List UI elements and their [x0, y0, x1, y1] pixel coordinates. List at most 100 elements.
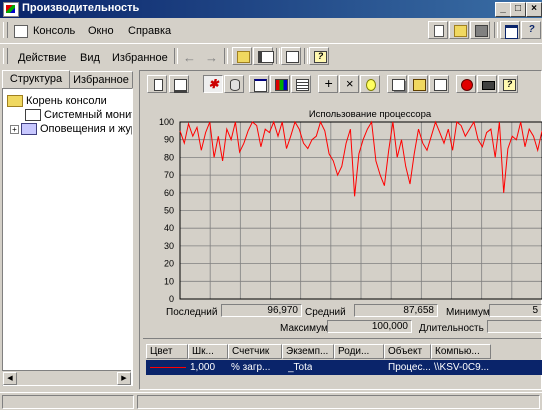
- action-grip: [3, 48, 8, 64]
- status-panel-right: [137, 395, 540, 409]
- open-button[interactable]: [449, 21, 469, 39]
- action-separator: [304, 48, 308, 64]
- delete-counter-button[interactable]: ×: [339, 75, 359, 93]
- show-tree-button[interactable]: [253, 47, 274, 65]
- perf-app-icon: [3, 2, 19, 17]
- camera-icon: [482, 81, 495, 90]
- monitor-icon: [25, 109, 41, 122]
- window-icon: [505, 25, 518, 39]
- properties-button[interactable]: [281, 47, 301, 65]
- status-bar: [0, 392, 542, 410]
- column-scale[interactable]: Шк...: [188, 344, 228, 359]
- column-object[interactable]: Объект: [384, 344, 431, 359]
- column-counter[interactable]: Счетчик: [228, 344, 282, 359]
- row-object: Процес...: [388, 362, 431, 373]
- minimize-button[interactable]: _: [495, 2, 511, 17]
- clear-display-button[interactable]: [169, 75, 189, 93]
- back-arrow-icon[interactable]: ←: [183, 50, 196, 65]
- scroll-left-icon[interactable]: ◀: [3, 372, 17, 385]
- action-separator: [174, 48, 178, 64]
- row-computer: \\KSV-0C9...: [434, 362, 490, 373]
- paste-counter-button[interactable]: [408, 75, 428, 93]
- lightbulb-icon: [366, 79, 376, 91]
- action-bar: Действие Вид Избранное ← → ?: [0, 43, 542, 68]
- tree-item-system-monitor[interactable]: Системный монитор: [25, 108, 132, 122]
- delete-x-icon: ×: [345, 76, 354, 91]
- up-folder-icon: [237, 51, 250, 63]
- tree-item-alerts-logs[interactable]: + Оповещения и журналы: [10, 122, 132, 136]
- y-axis: 0 10 20 30 40 50 60 70 80 90 100: [159, 117, 174, 304]
- legend-divider: [143, 338, 542, 339]
- y-tick-label: 10: [164, 276, 174, 286]
- window-title: Производительность: [22, 2, 140, 14]
- menu-action[interactable]: Действие: [18, 52, 66, 64]
- log-data-button[interactable]: [224, 75, 244, 93]
- action-help-button[interactable]: ?: [309, 47, 329, 65]
- view-report-button[interactable]: [291, 75, 311, 93]
- new-window-button[interactable]: [500, 21, 520, 39]
- y-tick-label: 40: [164, 223, 174, 233]
- duration-value: [487, 320, 542, 333]
- tree-item-console-root[interactable]: Корень консоли: [7, 94, 107, 108]
- menu-favorites[interactable]: Избранное: [112, 52, 168, 64]
- sysmon-properties-button[interactable]: [429, 75, 449, 93]
- menu-help[interactable]: Справка: [128, 25, 171, 37]
- row-scale: 1,000: [190, 362, 216, 373]
- y-tick-label: 70: [164, 170, 174, 180]
- plus-icon: +: [324, 75, 333, 91]
- min-label: Минимум: [446, 307, 490, 318]
- chart-title: Использование процессора: [309, 109, 432, 120]
- menu-view[interactable]: Вид: [80, 52, 100, 64]
- save-button[interactable]: [470, 21, 490, 39]
- column-color[interactable]: Цвет: [146, 344, 188, 359]
- tab-favorites[interactable]: Избранное: [69, 71, 133, 89]
- sysmon-toolbar: ✱ + × ?: [143, 74, 542, 96]
- freeze-display-button[interactable]: [456, 75, 476, 93]
- expand-plus-icon[interactable]: +: [10, 124, 19, 134]
- update-data-button[interactable]: [477, 75, 497, 93]
- add-counter-button[interactable]: +: [318, 75, 338, 93]
- console-icon: [14, 25, 28, 38]
- forward-arrow-icon[interactable]: →: [205, 50, 218, 65]
- max-value: 100,000: [327, 320, 412, 333]
- new-icon: [154, 79, 163, 91]
- help-icon: ?: [526, 25, 537, 35]
- column-computer[interactable]: Компью...: [431, 344, 491, 359]
- highlight-button[interactable]: [360, 75, 380, 93]
- logs-icon: [21, 123, 37, 136]
- tree-pane: Корень консоли Системный монитор + Оповещ…: [2, 88, 133, 386]
- close-button[interactable]: ×: [526, 2, 542, 17]
- avg-label: Средний: [305, 307, 346, 318]
- tree-hscrollbar[interactable]: ◀ ▶: [2, 370, 131, 385]
- view-histogram-button[interactable]: [270, 75, 290, 93]
- tab-tree[interactable]: Структура: [2, 70, 70, 88]
- folder-icon: [7, 95, 23, 108]
- max-label: Максимум: [280, 323, 328, 334]
- properties-icon: [434, 79, 447, 91]
- series-color-swatch: [150, 367, 186, 368]
- last-label: Последний: [166, 307, 218, 318]
- sysmon-help-button[interactable]: ?: [498, 75, 518, 93]
- view-graph-button[interactable]: [249, 75, 269, 93]
- help-button[interactable]: ?: [521, 21, 541, 39]
- menu-console[interactable]: Консоль: [33, 25, 75, 37]
- scroll-right-icon[interactable]: ▶: [117, 372, 131, 385]
- duration-label: Длительность: [419, 323, 484, 334]
- y-tick-label: 50: [164, 206, 174, 216]
- current-activity-button[interactable]: ✱: [203, 75, 223, 93]
- up-level-button[interactable]: [232, 47, 252, 65]
- tree-item-label: Корень консоли: [26, 95, 107, 107]
- column-instance[interactable]: Экземп...: [282, 344, 334, 359]
- status-panel-left: [2, 395, 134, 409]
- new-button[interactable]: [428, 21, 448, 39]
- copy-properties-button[interactable]: [387, 75, 407, 93]
- tree-item-label: Оповещения и журналы: [40, 123, 132, 135]
- open-folder-icon: [454, 25, 467, 37]
- new-counter-set-button[interactable]: [147, 75, 167, 93]
- histogram-icon: [275, 79, 288, 91]
- stop-icon: [461, 79, 473, 91]
- help-icon: ?: [503, 79, 516, 91]
- column-parent[interactable]: Роди...: [334, 344, 384, 359]
- menu-window[interactable]: Окно: [88, 25, 114, 37]
- maximize-button[interactable]: □: [510, 2, 526, 17]
